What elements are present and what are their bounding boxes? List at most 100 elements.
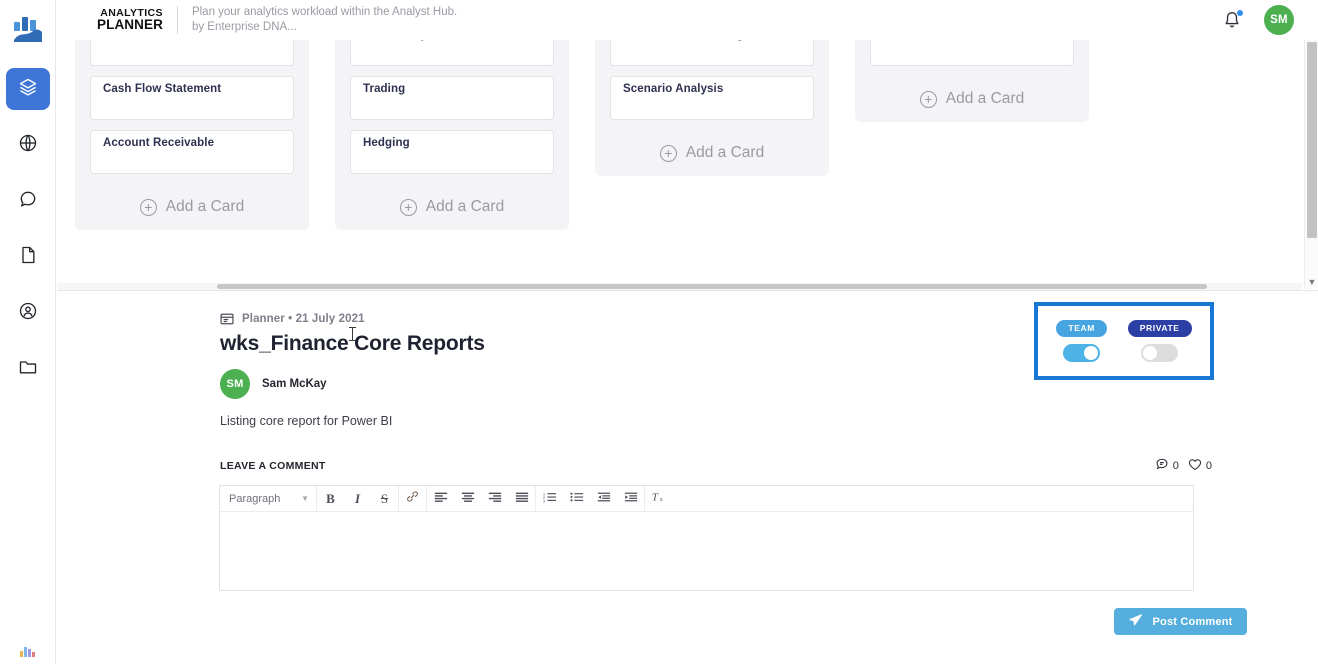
team-toggle-knob <box>1084 345 1099 360</box>
app-logo-icon[interactable] <box>0 6 56 54</box>
brand-logo[interactable]: ANALYTICS PLANNER <box>97 8 163 32</box>
link-icon <box>406 490 419 508</box>
board-card-title: Sales KPIs <box>883 40 943 41</box>
board-icon <box>220 312 234 326</box>
board-card-title: Commodity Data <box>363 40 456 41</box>
bold-button[interactable]: B <box>317 486 344 512</box>
card-description: Listing core report for Power BI <box>220 414 393 428</box>
outdent-button[interactable] <box>590 486 617 512</box>
heart-icon <box>1188 458 1202 474</box>
board-card[interactable]: Account Receivable <box>90 130 294 174</box>
like-count-group[interactable]: 0 <box>1188 458 1212 474</box>
add-card-button[interactable]: + Add a Card <box>610 130 814 162</box>
private-toggle-knob <box>1143 345 1158 360</box>
add-card-label: Add a Card <box>425 198 505 215</box>
chat-bubble-icon <box>18 189 38 214</box>
sidebar-item-messages[interactable] <box>6 180 50 222</box>
sidebar-item-documents[interactable] <box>6 236 50 278</box>
outdent-icon <box>597 490 611 508</box>
author-row: SM Sam McKay <box>220 369 327 399</box>
post-comment-button[interactable]: Post Comment <box>1114 608 1247 635</box>
align-right-button[interactable] <box>481 486 508 512</box>
toolbar-group-lists: 123 <box>536 486 645 511</box>
notifications-button[interactable] <box>1222 10 1243 30</box>
breadcrumb-text: Planner • 21 July 2021 <box>242 313 365 325</box>
board-vertical-scrollbar[interactable]: ▼ <box>1304 40 1318 289</box>
align-justify-button[interactable] <box>508 486 535 512</box>
sidebar-bottom-icon[interactable] <box>0 644 56 662</box>
sidebar-item-globe[interactable] <box>6 124 50 166</box>
private-badge: PRIVATE <box>1127 320 1192 337</box>
comment-count-group[interactable]: 0 <box>1155 457 1179 474</box>
plus-circle-icon: + <box>919 90 937 108</box>
clear-format-icon: T x <box>651 490 666 508</box>
header-actions: SM <box>1222 5 1318 35</box>
comment-count: 0 <box>1172 459 1179 472</box>
board-card-title: Balance Sheet <box>103 40 183 41</box>
indent-button[interactable] <box>617 486 644 512</box>
toolbar-group-clear: T x <box>645 486 672 511</box>
tagline: Plan your analytics workload within the … <box>192 5 457 35</box>
add-card-button[interactable]: + Add a Card <box>350 184 554 216</box>
board-card[interactable]: Scenario Analysis <box>610 76 814 120</box>
layers-icon <box>18 77 38 102</box>
sidebar-item-layers[interactable] <box>5 68 50 110</box>
sidebar-item-account[interactable] <box>6 292 50 334</box>
indent-icon <box>624 490 638 508</box>
board-card[interactable]: Hedging <box>350 130 554 174</box>
author-avatar: SM <box>220 369 250 399</box>
comment-textarea[interactable] <box>220 512 1193 590</box>
editor-toolbar: Paragraph ▼ B I S 1 2 3 T x <box>220 486 1193 512</box>
scroll-down-arrow-icon[interactable]: ▼ <box>1305 278 1318 287</box>
text-cursor <box>349 327 356 341</box>
engagement-counts: 0 0 <box>1155 457 1212 474</box>
board-card[interactable]: Balance Sheet <box>90 40 294 66</box>
board-card-title: Hedging <box>363 137 410 149</box>
strikethrough-button[interactable]: S <box>371 486 398 512</box>
toolbar-group-link <box>399 486 427 511</box>
plus-circle-icon: + <box>399 198 417 216</box>
board-card[interactable]: Trading <box>350 76 554 120</box>
link-button[interactable] <box>399 486 426 512</box>
plus-circle-icon: + <box>659 144 677 162</box>
bullet-list-button[interactable] <box>563 486 590 512</box>
team-toggle[interactable] <box>1063 343 1101 362</box>
align-left-icon <box>434 490 448 508</box>
board-card-title: Performance vs Budgets <box>623 40 761 41</box>
toolbar-group-inline: B I S <box>317 486 399 511</box>
align-center-button[interactable] <box>454 486 481 512</box>
italic-button[interactable]: I <box>344 486 371 512</box>
add-card-label: Add a Card <box>685 144 765 161</box>
tagline-line-2: by Enterprise DNA... <box>191 21 297 33</box>
app-root: ANALYTICS PLANNER Plan your analytics wo… <box>0 0 1318 664</box>
board-card[interactable]: Performance vs Budgets <box>610 40 814 66</box>
vertical-scroll-thumb[interactable] <box>1307 42 1317 238</box>
align-left-button[interactable] <box>427 486 454 512</box>
paragraph-style-value: Paragraph <box>229 492 281 505</box>
paper-plane-icon <box>1128 613 1143 630</box>
board-card[interactable]: Cash Flow Statement <box>90 76 294 120</box>
add-card-button[interactable]: + Add a Card <box>870 76 1074 108</box>
numbered-list-button[interactable]: 123 <box>536 486 563 512</box>
horizontal-scroll-thumb[interactable] <box>217 284 1207 289</box>
private-toggle[interactable] <box>1141 343 1179 362</box>
notification-dot <box>1237 10 1243 16</box>
board-card[interactable]: Commodity Data <box>350 40 554 66</box>
sidebar-item-folders[interactable] <box>6 348 50 390</box>
paragraph-style-select[interactable]: Paragraph ▼ <box>220 486 316 511</box>
board-card-title: Scenario Analysis <box>623 83 724 95</box>
align-center-icon <box>461 490 475 508</box>
board-card-title: Cash Flow Statement <box>103 83 222 95</box>
card-detail-panel: Planner • 21 July 2021 wks_Finance Core … <box>57 291 1318 664</box>
svg-text:x: x <box>660 497 663 503</box>
document-icon <box>18 245 38 270</box>
clear-format-button[interactable]: T x <box>645 486 672 512</box>
visibility-toggle-box: TEAM PRIVATE <box>1034 302 1214 380</box>
board-horizontal-scrollbar[interactable] <box>57 283 1302 290</box>
add-card-button[interactable]: + Add a Card <box>90 184 294 216</box>
user-avatar[interactable]: SM <box>1264 5 1294 35</box>
team-toggle-group: TEAM <box>1056 320 1107 362</box>
board-column: Sales KPIs + Add a Card <box>855 40 1089 122</box>
brand-divider <box>176 6 178 34</box>
board-card[interactable]: Sales KPIs <box>870 40 1074 66</box>
